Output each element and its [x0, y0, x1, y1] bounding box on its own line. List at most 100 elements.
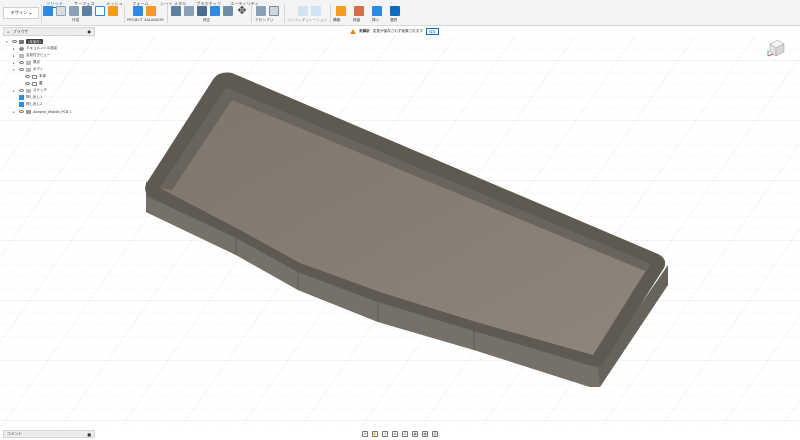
expand-triangle-icon[interactable]: ▾ — [6, 40, 10, 44]
move-icon[interactable]: ✥ — [237, 5, 247, 16]
tree-item[interactable]: ▸ 原点 — [13, 59, 40, 66]
offset-plane-icon[interactable] — [336, 6, 346, 16]
tree-item[interactable]: 本体 — [25, 73, 46, 80]
new-component-icon[interactable] — [43, 6, 53, 16]
zoom-icon[interactable]: ⊕ — [392, 431, 398, 437]
warning-icon — [350, 29, 356, 34]
zoom-window-icon[interactable]: ⊡ — [402, 431, 408, 437]
visibility-eye-icon[interactable] — [12, 40, 17, 43]
tree-item[interactable]: ▸ スケッチ — [13, 87, 47, 94]
tree-item-label: 押し出し2 — [26, 102, 43, 106]
expand-triangle-icon[interactable]: ▸ — [13, 89, 17, 93]
unsaved-notification: 未解析 変更が保存されず破棄されます 保存 — [350, 27, 450, 36]
display-settings-icon[interactable]: ▣ — [412, 431, 418, 437]
folder-icon — [26, 88, 31, 93]
expand-triangle-icon[interactable]: ▸ — [13, 61, 17, 65]
group-label-project-salvador[interactable]: PROJECT SALVADOR — [127, 18, 164, 22]
visibility-eye-icon[interactable] — [19, 61, 24, 64]
project-salvador-icon[interactable] — [133, 6, 143, 16]
collapse-icon[interactable]: ◂ — [7, 30, 11, 34]
grid-icon[interactable]: ▦ — [422, 431, 428, 437]
press-pull-icon[interactable] — [171, 6, 181, 16]
add-in-icon[interactable] — [146, 6, 156, 16]
folder-icon — [19, 53, 24, 58]
configure-rule-icon[interactable] — [311, 6, 321, 16]
tree-item-label: ボディ — [33, 67, 44, 71]
pattern-icon[interactable] — [108, 6, 118, 16]
body-icon — [32, 74, 37, 79]
visibility-eye-icon[interactable] — [25, 75, 30, 78]
viewports-icon[interactable]: ▥ — [432, 431, 438, 437]
create-sketch-icon[interactable] — [56, 6, 66, 16]
add-comment-icon[interactable]: ■ — [87, 432, 91, 437]
chamfer-icon[interactable] — [197, 6, 207, 16]
group-label-inspect[interactable]: 検査 — [353, 18, 360, 23]
browser-title: ブラウザ — [13, 28, 29, 34]
tree-item-label: Akashic_Mobile_PCB 1 — [33, 109, 72, 114]
insert-image-icon[interactable] — [372, 6, 382, 16]
separator — [167, 4, 168, 23]
orbit-icon[interactable]: ⟳ — [362, 431, 368, 437]
group-label-create[interactable]: 作成 — [72, 18, 79, 23]
group-label-modify[interactable]: 修正 — [203, 18, 210, 23]
expand-triangle-icon[interactable]: ▾ — [13, 68, 17, 72]
group-label-select[interactable]: 選択 — [390, 18, 397, 23]
pan-icon[interactable]: ✋ — [372, 431, 378, 437]
tree-item-label: 名前付きビュー — [26, 53, 51, 57]
visibility-eye-icon[interactable] — [25, 82, 30, 85]
group-label-insert[interactable]: 挿入 — [372, 18, 379, 23]
tree-item[interactable]: 蓋 — [25, 80, 43, 87]
expand-triangle-icon[interactable]: ▸ — [13, 54, 17, 58]
pin-icon[interactable]: ● — [88, 29, 92, 34]
save-button[interactable]: 保存 — [426, 28, 439, 35]
tree-item-label: 本体 — [39, 74, 46, 78]
comments-title: コメント — [7, 431, 23, 436]
separator — [41, 4, 42, 23]
root-label: (未保存) — [26, 39, 43, 44]
view-cube[interactable] — [764, 36, 788, 60]
measure-icon[interactable] — [354, 6, 364, 16]
root-component-icon — [19, 39, 24, 44]
tree-item[interactable]: ▸ Akashic_Mobile_PCB 1 — [13, 108, 72, 115]
tree-item[interactable]: ▸ 名前付きビュー — [13, 52, 51, 59]
component-icon — [26, 109, 31, 114]
visibility-eye-icon[interactable] — [19, 68, 24, 71]
group-label-construct[interactable]: 構築 — [333, 18, 340, 23]
new-joint-icon[interactable] — [256, 6, 266, 16]
extrude-icon[interactable] — [69, 6, 79, 16]
separator — [124, 4, 125, 23]
group-label-assemble[interactable]: アセンブリ — [255, 18, 273, 23]
settings-gear-icon — [19, 46, 24, 51]
workspace-switcher[interactable]: デザイン ▾ — [3, 7, 39, 19]
tree-item[interactable]: ▸ ドキュメントの設定 — [13, 45, 58, 52]
shell-icon[interactable] — [210, 6, 220, 16]
browser-header[interactable]: ◂ ブラウザ ● — [3, 27, 95, 36]
revolve-icon[interactable] — [82, 6, 92, 16]
fillet-icon[interactable] — [184, 6, 194, 16]
visibility-eye-icon[interactable] — [19, 110, 24, 113]
expand-triangle-icon[interactable]: ▸ — [13, 47, 17, 51]
folder-icon — [26, 67, 31, 72]
combine-icon[interactable] — [223, 6, 233, 16]
tree-root[interactable]: ▾ (未保存) — [6, 38, 43, 45]
comments-panel[interactable]: コメント ■ — [3, 430, 95, 438]
configure-table-icon[interactable] — [298, 6, 308, 16]
tree-item[interactable]: 押し出し1 — [19, 94, 42, 101]
as-built-joint-icon[interactable] — [269, 6, 279, 16]
tree-item[interactable]: ▾ ボディ — [13, 66, 43, 73]
tree-item-label: 蓋 — [39, 81, 43, 85]
navigation-bar: ⟳ ✋ ◎ ⊕ ⊡ ▣ ▦ ▥ — [362, 430, 438, 438]
visibility-eye-icon[interactable] — [19, 89, 24, 92]
browser-panel: ◂ ブラウザ ● ▾ (未保存) ▸ ドキュメントの設定 ▸ 名前付きビュー ▸… — [3, 27, 95, 121]
hole-icon[interactable] — [95, 6, 105, 16]
model-canvas[interactable] — [0, 36, 800, 426]
select-cursor-icon[interactable] — [390, 6, 400, 16]
tree-item[interactable]: 押し出し2 — [19, 101, 42, 108]
group-label-configure[interactable]: コンフィギュレーション — [287, 18, 327, 23]
look-at-icon[interactable]: ◎ — [382, 431, 388, 437]
workspace-label: デザイン — [10, 10, 28, 15]
extrude-feature-icon — [19, 102, 24, 107]
tree-item-label: 原点 — [33, 60, 40, 64]
extrude-feature-icon — [19, 95, 24, 100]
expand-triangle-icon[interactable]: ▸ — [13, 110, 17, 114]
